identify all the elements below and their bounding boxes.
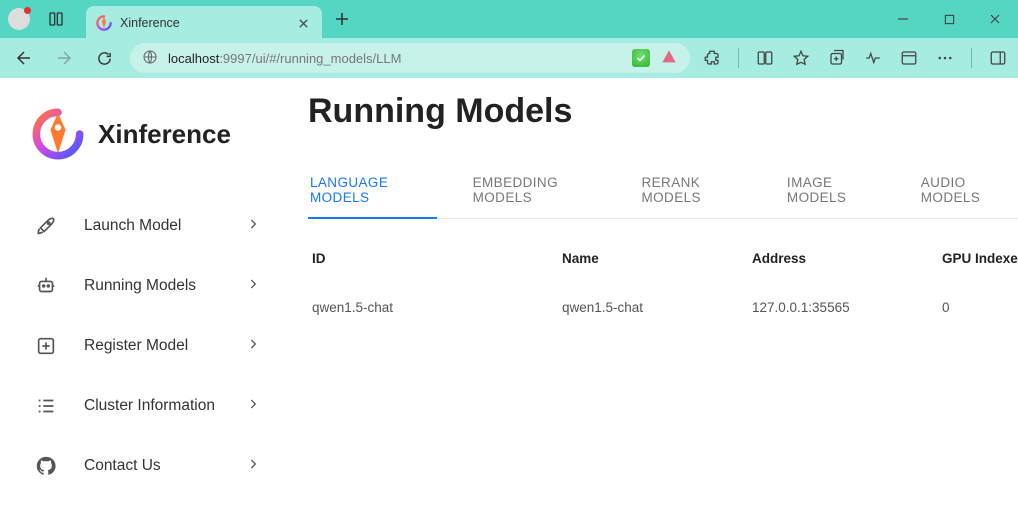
browser-titlebar: Xinference	[0, 0, 1018, 38]
more-icon[interactable]	[935, 48, 955, 68]
sidebar-item-label: Cluster Information	[84, 397, 226, 415]
tab-favicon	[96, 15, 112, 31]
col-address: Address	[752, 251, 942, 266]
table-header-row: ID Name Address GPU Indexes	[308, 241, 1018, 276]
rocket-icon	[28, 215, 64, 237]
toolbar-separator	[971, 48, 972, 68]
chevron-right-icon	[246, 217, 260, 236]
extensions-icon[interactable]	[702, 48, 722, 68]
col-id: ID	[312, 251, 562, 266]
cell-id: qwen1.5-chat	[312, 300, 562, 315]
performance-icon[interactable]	[863, 48, 883, 68]
sidebar-item-running-models[interactable]: Running Models	[22, 256, 266, 316]
split-screen-icon[interactable]	[755, 48, 775, 68]
sidebar-item-label: Contact Us	[84, 457, 226, 475]
cell-address: 127.0.0.1:35565	[752, 300, 942, 315]
sidebar: Xinference Launch Model Running Models	[0, 78, 280, 520]
sidebar-item-contact-us[interactable]: Contact Us	[22, 436, 266, 496]
downloads-icon[interactable]	[899, 48, 919, 68]
list-icon	[28, 395, 64, 417]
address-bar[interactable]: localhost:9997/ui/#/running_models/LLM	[130, 43, 690, 73]
profile-button[interactable]	[8, 8, 30, 30]
sidebar-item-register-model[interactable]: Register Model	[22, 316, 266, 376]
chevron-right-icon	[246, 277, 260, 296]
tab-close-button[interactable]	[294, 14, 312, 32]
tab-rerank-models[interactable]: RERANK MODELS	[640, 167, 751, 218]
browser-toolbar: localhost:9997/ui/#/running_models/LLM	[0, 38, 1018, 78]
collections-icon[interactable]	[827, 48, 847, 68]
github-icon	[28, 455, 64, 477]
chevron-right-icon	[246, 337, 260, 356]
workspaces-button[interactable]	[44, 7, 68, 31]
url-text: localhost:9997/ui/#/running_models/LLM	[168, 51, 622, 66]
main-content: Running Models LANGUAGE MODELS EMBEDDING…	[280, 78, 1018, 520]
table-row[interactable]: qwen1.5-chat qwen1.5-chat 127.0.0.1:3556…	[308, 290, 1018, 325]
brand-logo-icon	[32, 108, 84, 160]
url-path: /ui/#/running_models/LLM	[252, 51, 402, 66]
sidebar-toggle-icon[interactable]	[988, 48, 1008, 68]
site-info-icon[interactable]	[142, 49, 158, 68]
page-title: Running Models	[308, 92, 1018, 131]
new-tab-button[interactable]	[328, 5, 356, 33]
sidebar-nav: Launch Model Running Models Register Mod…	[22, 196, 266, 496]
window-minimize-button[interactable]	[880, 0, 926, 38]
sidebar-item-label: Running Models	[84, 277, 226, 295]
sidebar-item-cluster-information[interactable]: Cluster Information	[22, 376, 266, 436]
sidebar-item-launch-model[interactable]: Launch Model	[22, 196, 266, 256]
back-button[interactable]	[10, 44, 38, 72]
robot-icon	[28, 275, 64, 297]
add-box-icon	[28, 335, 64, 357]
extension-badge-icon[interactable]	[660, 49, 678, 68]
chevron-right-icon	[246, 397, 260, 416]
window-close-button[interactable]	[972, 0, 1018, 38]
sidebar-item-label: Launch Model	[84, 217, 226, 235]
toolbar-right-icons	[702, 48, 1008, 68]
running-models-table: ID Name Address GPU Indexes qwen1.5-chat…	[308, 241, 1018, 325]
app-root: Xinference Launch Model Running Models	[0, 78, 1018, 520]
cell-name: qwen1.5-chat	[562, 300, 752, 315]
model-type-tabs: LANGUAGE MODELS EMBEDDING MODELS RERANK …	[308, 167, 1018, 219]
col-name: Name	[562, 251, 752, 266]
favorites-icon[interactable]	[791, 48, 811, 68]
tab-language-models[interactable]: LANGUAGE MODELS	[308, 167, 437, 219]
window-maximize-button[interactable]	[926, 0, 972, 38]
browser-tab[interactable]: Xinference	[86, 6, 322, 40]
url-host: localhost	[168, 51, 219, 66]
toolbar-separator	[738, 48, 739, 68]
sidebar-item-label: Register Model	[84, 337, 226, 355]
tab-image-models[interactable]: IMAGE MODELS	[785, 167, 885, 218]
brand: Xinference	[32, 108, 266, 160]
refresh-button[interactable]	[90, 44, 118, 72]
window-controls	[880, 0, 1018, 38]
brand-name: Xinference	[98, 119, 231, 150]
url-port: :9997	[219, 51, 252, 66]
chevron-right-icon	[246, 457, 260, 476]
security-badge-icon[interactable]	[632, 49, 650, 67]
tab-embedding-models[interactable]: EMBEDDING MODELS	[471, 167, 606, 218]
col-gpu: GPU Indexes	[942, 251, 1018, 266]
cell-gpu: 0	[942, 300, 1018, 315]
tab-title: Xinference	[120, 16, 294, 30]
forward-button[interactable]	[50, 44, 78, 72]
tab-audio-models[interactable]: AUDIO MODELS	[919, 167, 1018, 218]
